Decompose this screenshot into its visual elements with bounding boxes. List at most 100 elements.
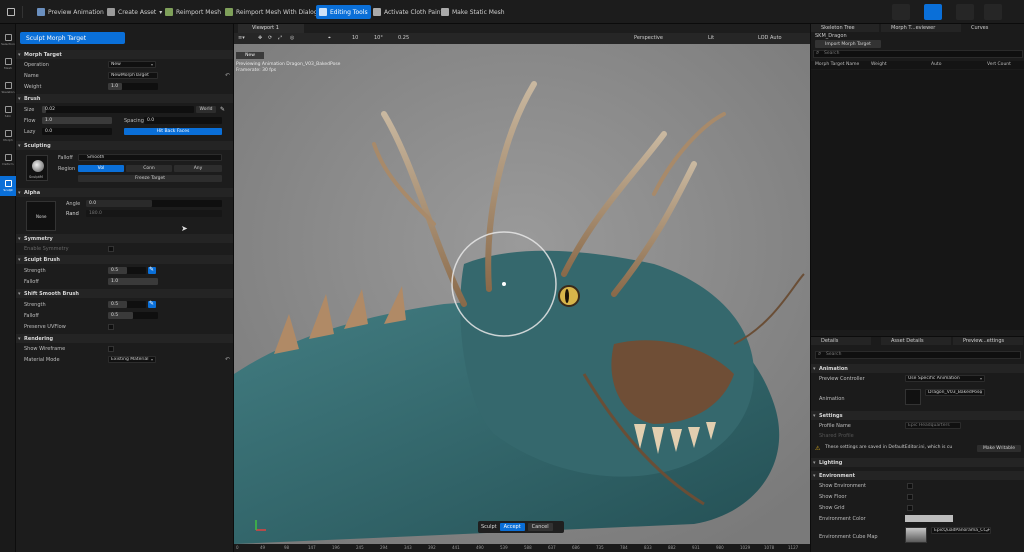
details-search-input[interactable]: Search <box>815 351 1021 359</box>
scale-icon[interactable]: ⤢ <box>278 34 282 43</box>
operation-select[interactable]: New <box>108 61 156 68</box>
falloff2-slider[interactable]: 1.0 <box>108 278 158 285</box>
show-floor-checkbox[interactable] <box>907 494 913 500</box>
region-vol-button[interactable]: Vol <box>78 165 124 172</box>
reset-icon[interactable]: ↶ <box>225 72 230 79</box>
skeleton-mode-button[interactable] <box>892 4 910 20</box>
tab-curves[interactable]: Curves <box>961 24 1021 32</box>
section-rendering[interactable]: Rendering <box>16 334 233 343</box>
accept-button[interactable]: Accept <box>499 523 525 531</box>
section-symmetry[interactable]: Symmetry <box>16 234 233 243</box>
sculpt-morph-target-tab[interactable]: Sculpt Morph Target <box>20 32 125 44</box>
pencil-icon[interactable]: ✎ <box>220 106 225 113</box>
cube-map-thumbnail[interactable] <box>905 527 927 543</box>
animation-select[interactable]: Dragon_V03_BakedPose <box>925 389 985 396</box>
size-mode-select[interactable]: World <box>196 106 216 113</box>
section-animation[interactable]: Animation <box>811 364 1024 373</box>
size-slider[interactable]: 0.02 <box>42 106 194 113</box>
col-morph-name[interactable]: Morph Target Name <box>815 61 859 69</box>
col-weight[interactable]: Weight <box>871 61 887 69</box>
mode-mesh[interactable]: Mesh <box>0 54 16 74</box>
tab-skeleton-tree[interactable]: Skeleton Tree <box>811 24 879 32</box>
col-auto[interactable]: Auto <box>931 61 941 69</box>
world-icon[interactable]: ◎ <box>290 34 294 43</box>
make-static-mesh-button[interactable]: Make Static Mesh <box>438 5 508 19</box>
strength-pressure-button[interactable] <box>148 266 156 274</box>
cancel-button[interactable]: Cancel <box>527 523 553 531</box>
spacing-slider[interactable]: 0.0 <box>144 117 222 124</box>
material-mode-select[interactable]: Existing Material <box>108 356 156 363</box>
lazy-slider[interactable]: 0.0 <box>42 128 112 135</box>
move-icon[interactable]: ✥ <box>258 34 262 43</box>
activate-cloth-paint-button[interactable]: Activate Cloth Paint <box>370 5 446 19</box>
mode-morph[interactable]: Morph <box>0 126 16 146</box>
lit-menu[interactable]: Lit <box>708 34 714 43</box>
timeline-ruler[interactable]: 0 49 98 147 196 245 294 343 392 441 490 539 588 637 68… <box>234 544 810 552</box>
cube-map-select[interactable]: EpicQuadPanorama_CC+EV1 <box>931 527 991 534</box>
mode-selection[interactable]: Selection <box>0 30 16 50</box>
physics-mode-button[interactable] <box>984 4 1002 20</box>
strength-slider[interactable]: 0.5 <box>108 267 146 274</box>
editing-tools-button[interactable]: Editing Tools <box>316 5 371 19</box>
environment-color-swatch[interactable] <box>905 515 953 522</box>
rand-slider[interactable]: 180.0 <box>86 210 222 217</box>
preview-animation-button[interactable]: Preview Animation▾ <box>34 5 113 19</box>
flow-slider[interactable]: 1.0 <box>42 117 112 124</box>
tab-asset-details[interactable]: Asset Details <box>881 337 951 345</box>
mode-skeleton[interactable]: Skeleton <box>0 78 16 98</box>
show-grid-checkbox[interactable] <box>907 505 913 511</box>
tab-preview-settings[interactable]: Preview...ettings <box>953 337 1023 345</box>
hit-back-faces-toggle[interactable]: Hit Back Faces <box>124 128 222 135</box>
viewport[interactable]: Viewport 1 ≡▾ ✥ ⟳ ⤢ ◎ ⌖ 10 10° 0.25 Pers… <box>234 24 810 552</box>
animation-mode-button[interactable] <box>956 4 974 20</box>
freeze-target-button[interactable]: Freeze Target <box>78 175 222 182</box>
mode-deform[interactable]: Deform <box>0 150 16 170</box>
scale-snap-value[interactable]: 0.25 <box>398 34 409 43</box>
reset-icon[interactable]: ↶ <box>225 356 230 363</box>
preserve-uv-checkbox[interactable] <box>108 324 114 330</box>
section-settings[interactable]: Settings <box>811 411 1024 420</box>
region-any-button[interactable]: Any <box>174 165 222 172</box>
lod-menu[interactable]: LOD Auto <box>758 34 782 43</box>
col-vert-count[interactable]: Vert Count <box>987 61 1011 69</box>
viewport-tab[interactable]: Viewport 1 <box>238 24 304 33</box>
angle-slider[interactable]: 0.0 <box>86 200 222 207</box>
perspective-menu[interactable]: Perspective <box>634 34 663 43</box>
show-environment-checkbox[interactable] <box>907 483 913 489</box>
rotate-icon[interactable]: ⟳ <box>268 34 272 43</box>
section-morph-target[interactable]: Morph Target <box>16 50 233 59</box>
rotation-snap-value[interactable]: 10° <box>374 34 383 43</box>
mode-sculpt[interactable]: Sculpt <box>0 176 16 196</box>
section-sculpting[interactable]: Sculpting <box>16 141 233 150</box>
grid-snap-value[interactable]: 10 <box>352 34 358 43</box>
mode-skin[interactable]: Skin <box>0 102 16 122</box>
region-conn-button[interactable]: Conn <box>126 165 172 172</box>
morph-target-list[interactable] <box>811 70 1024 330</box>
viewport-menu-icon[interactable]: ≡▾ <box>238 34 245 43</box>
section-brush[interactable]: Brush <box>16 94 233 103</box>
make-writable-button[interactable]: Make Writable <box>977 445 1021 452</box>
section-shift-smooth-brush[interactable]: Shift Smooth Brush <box>16 289 233 298</box>
surface-snap-icon[interactable]: ⌖ <box>328 34 331 43</box>
morph-search-input[interactable]: Search <box>813 50 1023 58</box>
enable-symmetry-checkbox[interactable] <box>108 246 114 252</box>
section-lighting[interactable]: Lighting <box>811 458 1024 467</box>
mesh-mode-button[interactable] <box>924 4 942 20</box>
tab-details[interactable]: Details <box>811 337 871 345</box>
animation-thumbnail[interactable] <box>905 389 921 405</box>
create-asset-button[interactable]: Create Asset ▾ <box>104 5 165 19</box>
reimport-dialog-button[interactable]: Reimport Mesh With Dialog <box>222 5 321 19</box>
reimport-mesh-button[interactable]: Reimport Mesh <box>162 5 224 19</box>
section-alpha[interactable]: Alpha <box>16 188 233 197</box>
strength3-slider[interactable]: 0.5 <box>108 301 146 308</box>
import-morph-target-button[interactable]: Import Morph Target <box>815 40 881 48</box>
show-wireframe-checkbox[interactable] <box>108 346 114 352</box>
save-icon[interactable] <box>4 5 18 19</box>
falloff-select[interactable]: Smooth <box>78 154 222 161</box>
weight-slider[interactable]: 1.0 <box>108 83 158 90</box>
profile-name-field[interactable]: Epic Headquarters <box>905 422 961 429</box>
falloff3-slider[interactable]: 0.5 <box>108 312 158 319</box>
section-environment[interactable]: Environment <box>811 471 1024 480</box>
tab-morph-target-previewer[interactable]: Morph T...eviewer <box>881 24 961 32</box>
strength3-pressure-button[interactable] <box>148 300 156 308</box>
